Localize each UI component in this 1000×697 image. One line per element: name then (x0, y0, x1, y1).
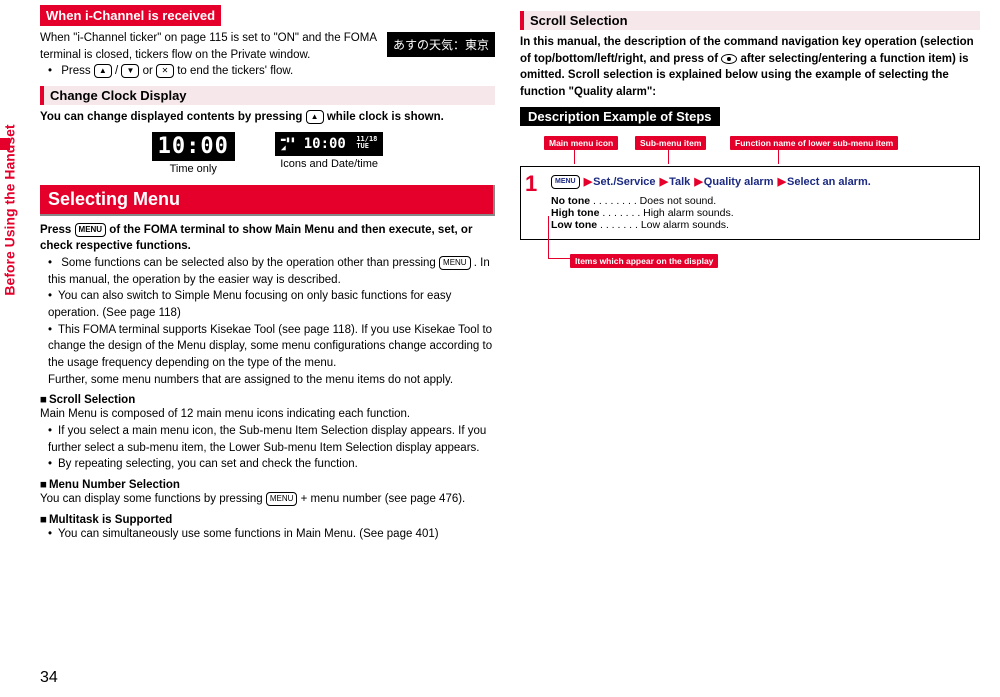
side-tab: Before Using the Handset (0, 100, 20, 320)
callout-line (548, 258, 572, 259)
list-item: You can also switch to Simple Menu focus… (48, 288, 495, 321)
down-key-icon: ▼ (121, 64, 139, 78)
clock-label-1: Time only (152, 163, 235, 175)
up-key-icon: ▲ (306, 110, 324, 124)
change-clock-paragraph: You can change displayed contents by pre… (40, 109, 495, 126)
callout-line (548, 216, 549, 258)
clock-display-1: 10:00 (152, 132, 235, 161)
list-item: You can simultaneously use some function… (48, 526, 495, 543)
callout-row-top: Main menu icon Sub-menu item Function na… (520, 136, 980, 162)
callout-display-items: Items which appear on the display (570, 254, 718, 268)
callout-line (778, 150, 779, 164)
center-key-icon (721, 54, 737, 64)
clock-display-2: ▬▮▮◢ 10:00 11/18 TUE (275, 132, 384, 156)
selecting-menu-list: Some functions can be selected also by t… (40, 255, 495, 388)
side-tab-label: Before Using the Handset (2, 124, 18, 295)
heading-when-ichannel: When i-Channel is received (40, 5, 221, 26)
step-options: No tone . . . . . . . . Does not sound. … (551, 195, 969, 231)
arrow-icon: ▶ (584, 176, 592, 188)
up-key-icon: ▲ (94, 64, 112, 78)
heading-change-clock: Change Clock Display (40, 86, 495, 105)
callout-line (574, 150, 575, 164)
menu-key-icon: MENU (75, 223, 107, 237)
menu-key-icon: MENU (439, 256, 471, 270)
scroll-right-paragraph: In this manual, the description of the c… (520, 34, 980, 101)
heading-description-example: Description Example of Steps (520, 107, 720, 126)
clock-examples: 10:00 Time only ▬▮▮◢ 10:00 11/18 TUE Ico… (40, 132, 495, 175)
ticker-preview: あすの天気：東京 (387, 32, 495, 57)
clock-icons-date: ▬▮▮◢ 10:00 11/18 TUE Icons and Date/time (275, 132, 384, 175)
heading-scroll-selection-right: Scroll Selection (520, 11, 980, 30)
section-when-ichannel: When i-Channel is received あすの天気：東京 When… (40, 5, 495, 80)
subheading-menu-number: Menu Number Selection (40, 479, 495, 491)
list-item: Some functions can be selected also by t… (48, 255, 495, 288)
page-content: When i-Channel is received あすの天気：東京 When… (40, 5, 990, 542)
list-item: This FOMA terminal supports Kisekae Tool… (48, 322, 495, 389)
step-option: Low tone . . . . . . . Low alarm sounds. (551, 219, 969, 231)
menu-key-icon: MENU (551, 175, 580, 189)
arrow-icon: ▶ (660, 176, 668, 188)
menu-number-p: You can display some functions by pressi… (40, 491, 495, 508)
when-bullet: Press ▲ / ▼ or ✕ to end the tickers' flo… (48, 63, 495, 80)
selecting-menu-lead: Press MENU of the FOMA terminal to show … (40, 222, 495, 255)
right-column: Scroll Selection In this manual, the des… (520, 5, 980, 542)
list-item: By repeating selecting, you can set and … (48, 456, 495, 473)
clock-time-only: 10:00 Time only (152, 132, 235, 175)
left-column: When i-Channel is received あすの天気：東京 When… (40, 5, 495, 542)
callout-main-menu-icon: Main menu icon (544, 136, 618, 150)
clock-label-2: Icons and Date/time (275, 158, 384, 170)
callout-function-name: Function name of lower sub-menu item (730, 136, 898, 150)
cancel-key-icon: ✕ (156, 64, 174, 78)
step-option: High tone . . . . . . . High alarm sound… (551, 207, 969, 219)
subheading-multitask: Multitask is Supported (40, 514, 495, 526)
subheading-scroll-selection: Scroll Selection (40, 394, 495, 406)
step-number: 1 (525, 171, 537, 197)
heading-selecting-menu: Selecting Menu (40, 185, 495, 216)
arrow-icon: ▶ (778, 176, 786, 188)
step-option: No tone . . . . . . . . Does not sound. (551, 195, 969, 207)
callout-sub-menu-item: Sub-menu item (635, 136, 706, 150)
callout-line (668, 150, 669, 164)
list-item: If you select a main menu icon, the Sub-… (48, 423, 495, 456)
step-path: MENU ▶Set./Service ▶Talk ▶Quality alarm … (551, 175, 969, 189)
step-example-box: 1 MENU ▶Set./Service ▶Talk ▶Quality alar… (520, 166, 980, 240)
scroll-selection-p: Main Menu is composed of 12 main menu ic… (40, 406, 495, 423)
arrow-icon: ▶ (694, 176, 702, 188)
page-number: 34 (40, 669, 58, 687)
callout-row-bottom: Items which appear on the display (520, 248, 980, 270)
menu-key-icon: MENU (266, 492, 298, 506)
